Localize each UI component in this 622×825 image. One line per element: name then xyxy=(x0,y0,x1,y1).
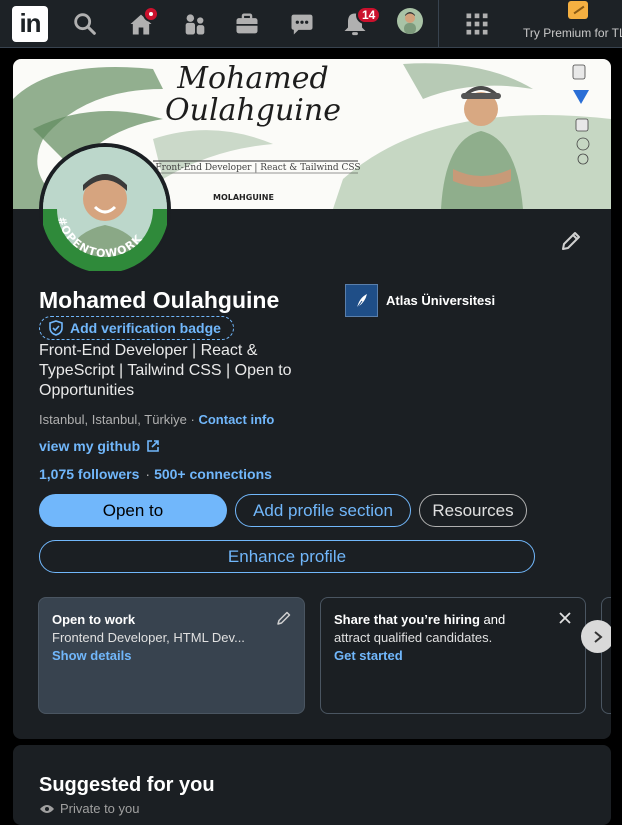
add-profile-section-button[interactable]: Add profile section xyxy=(235,494,411,527)
show-details-link[interactable]: Show details xyxy=(52,648,291,663)
jobs-icon[interactable] xyxy=(233,10,261,38)
me-avatar[interactable] xyxy=(397,8,423,34)
banner-name-line-1: Mohamed xyxy=(177,61,329,96)
carousel-next-button[interactable] xyxy=(581,620,611,653)
hiring-title: Share that you’re hiring and xyxy=(334,612,572,627)
resources-button[interactable]: Resources xyxy=(419,494,527,527)
privacy-note: Private to you xyxy=(39,801,140,816)
external-link-icon xyxy=(147,440,159,452)
hiring-card[interactable]: Share that you’re hiring and attract qua… xyxy=(320,597,586,714)
profile-name: Mohamed Oulahguine xyxy=(39,287,280,313)
top-nav: in 14 Try Premium for TL xyxy=(0,0,622,48)
suggested-title: Suggested for you xyxy=(39,774,215,796)
connections-link[interactable]: 500+ connections xyxy=(154,466,272,482)
apps-grid-icon[interactable] xyxy=(463,10,491,38)
eye-icon xyxy=(40,804,54,813)
suggested-card: Suggested for you Private to you xyxy=(13,745,611,825)
open-to-work-title: Open to work xyxy=(52,612,136,627)
stats-separator: · xyxy=(145,466,151,482)
open-to-work-ring: #OPENTOWORK xyxy=(43,208,167,271)
university-name: Atlas Üniversitesi xyxy=(386,293,496,308)
open-to-work-roles: Frontend Developer, HTML Dev... xyxy=(52,630,245,645)
followers-link[interactable]: 1,075 followers xyxy=(39,466,139,482)
linkedin-logo[interactable]: in xyxy=(12,6,48,42)
contact-info-link[interactable]: Contact info xyxy=(198,412,274,427)
open-to-button[interactable]: Open to xyxy=(39,494,227,527)
banner-name-line-2: Oulahguine xyxy=(165,93,341,128)
shield-check-icon xyxy=(49,320,63,336)
notifications-count-badge: 14 xyxy=(356,6,382,24)
banner-brand: MOLAHGUINE xyxy=(213,193,274,202)
get-started-link[interactable]: Get started xyxy=(334,648,572,663)
hiring-title-bold: Share that you’re hiring xyxy=(334,612,480,627)
close-icon[interactable] xyxy=(557,610,573,626)
chevron-right-icon xyxy=(593,630,603,643)
profile-headline: Front-End Developer | React & TypeScript… xyxy=(39,342,292,399)
nav-divider xyxy=(438,0,439,48)
location-text: Istanbul, Istanbul, Türkiye xyxy=(39,412,187,427)
hiring-text: attract qualified candidates. xyxy=(334,630,493,645)
feather-logo-icon xyxy=(356,293,367,308)
banner-subtitle: Front-End Developer | React & Tailwind C… xyxy=(155,163,361,173)
education-entry[interactable]: Atlas Üniversitesi xyxy=(345,284,495,317)
avatar-thumbnail-icon xyxy=(404,12,416,34)
github-link[interactable]: view my github xyxy=(39,438,160,454)
premium-icon[interactable] xyxy=(568,1,588,19)
open-to-work-card[interactable]: Open to work Frontend Developer, HTML De… xyxy=(38,597,305,714)
add-verification-badge-button[interactable]: Add verification badge xyxy=(39,316,234,340)
search-icon[interactable] xyxy=(71,10,99,38)
try-premium-link[interactable]: Try Premium for TL xyxy=(523,26,622,40)
edit-open-to-work-pencil-icon[interactable] xyxy=(276,610,292,626)
next-card-peek xyxy=(601,597,611,714)
home-notification-dot xyxy=(143,6,159,22)
profile-card: Mohamed Oulahguine Front-End Developer |… xyxy=(13,59,611,739)
location-line: Istanbul, Istanbul, Türkiye · Contact in… xyxy=(39,412,274,427)
enhance-profile-button[interactable]: Enhance profile xyxy=(39,540,535,573)
my-network-icon[interactable] xyxy=(181,10,209,38)
privacy-label: Private to you xyxy=(60,801,140,816)
profile-photo[interactable]: #OPENTOWORK xyxy=(39,143,171,275)
verification-badge-label: Add verification badge xyxy=(70,320,221,336)
github-link-label: view my github xyxy=(39,438,141,454)
edit-intro-pencil-icon[interactable] xyxy=(559,229,583,253)
messaging-icon[interactable] xyxy=(288,10,316,38)
location-separator: · xyxy=(186,412,199,427)
university-logo xyxy=(345,284,378,317)
hiring-title-rest: and xyxy=(479,612,506,627)
network-stats: 1,075 followers · 500+ connections xyxy=(39,466,272,482)
